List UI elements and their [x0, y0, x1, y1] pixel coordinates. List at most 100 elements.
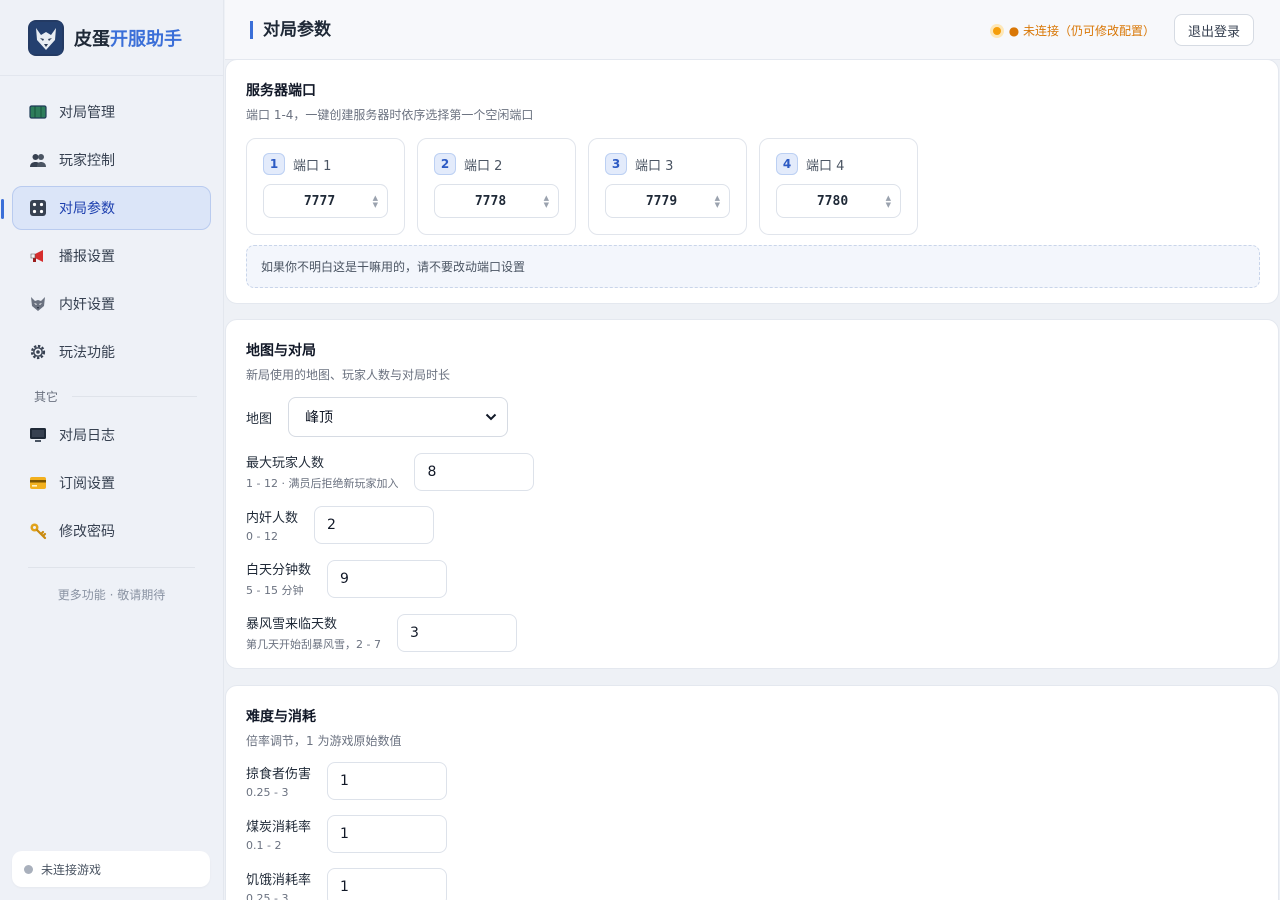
users-icon: [29, 151, 47, 169]
port-box-2: 2 端口 2 7778 ▲ ▼: [417, 138, 576, 235]
sidebar-item-label: 玩法功能: [59, 345, 115, 361]
field-label: 暴风雪来临天数: [246, 617, 338, 632]
port-number-badge: 1: [263, 153, 285, 175]
spinner-arrows-icon[interactable]: ▲ ▼: [373, 195, 378, 209]
nav-section-other: 其它: [0, 378, 223, 413]
field-label: 白天分钟数: [246, 563, 312, 578]
card-description: 端口 1-4，一键创建服务器时依序选择第一个空闲端口: [246, 108, 534, 122]
sidebar-item-label: 对局日志: [59, 428, 115, 444]
predator-damage-input[interactable]: 1: [327, 762, 448, 800]
coal-consumption-row: 煤炭消耗率 0.1 - 2 1: [246, 815, 1258, 853]
max-players-row: 最大玩家人数 1 - 12 · 满员后拒绝新玩家加入 8: [246, 452, 1258, 491]
sidebar-item-label: 订阅设置: [59, 476, 115, 492]
server-ports-card: 服务器端口 端口 1-4，一键创建服务器时依序选择第一个空闲端口 1 端口 1 7…: [225, 59, 1279, 304]
monitor-icon: [29, 426, 47, 444]
port-label: 端口 2: [464, 158, 503, 174]
map-select[interactable]: 峰顶: [288, 397, 509, 437]
card-description: 倍率调节，1 为游戏原始数值: [246, 734, 402, 748]
warning-dot-icon: [992, 26, 1001, 35]
hunger-consumption-row: 饥饿消耗率 0.25 - 3 1: [246, 868, 1258, 900]
sidebar-divider: [28, 567, 195, 568]
brand-name: 皮蛋开服助手: [74, 28, 182, 50]
hunger-consumption-input[interactable]: 1: [327, 868, 448, 900]
game-connection-label: 未连接游戏: [41, 862, 102, 877]
more-features-hint: 更多功能 · 敬请期待: [57, 588, 166, 602]
sidebar-item-label: 对局参数: [59, 201, 115, 217]
page-header: 对局参数 ● 未连接（仍可修改配置） 退出登录: [225, 0, 1280, 60]
wolf-logo-icon: [28, 19, 64, 56]
day-minutes-input[interactable]: 9: [327, 559, 448, 598]
port-box-3: 3 端口 3 7779 ▲ ▼: [588, 138, 747, 235]
sidebar-item-traitor-settings[interactable]: 内奸设置: [12, 282, 211, 326]
sidebar-item-label: 修改密码: [59, 524, 115, 540]
field-hint: 5 - 15 分钟: [246, 584, 304, 597]
port-4-input[interactable]: 7780 ▲ ▼: [776, 184, 901, 218]
field-label: 煤炭消耗率: [246, 820, 312, 835]
day-minutes-row: 白天分钟数 5 - 15 分钟 9: [246, 559, 1258, 598]
port-number-badge: 2: [434, 153, 456, 175]
port-number-badge: 3: [605, 153, 627, 175]
chevron-down-icon: [485, 409, 497, 425]
port-warning-note: 如果你不明白这是干嘛用的，请不要改动端口设置: [246, 245, 1260, 288]
logout-button[interactable]: 退出登录: [1174, 14, 1254, 46]
field-hint: 0.25 - 3: [246, 786, 289, 799]
sidebar-nav: 对局管理 玩家控制 对局参数 播报设置 内奸设置 玩法功能 其它 对局日志 订阅…: [0, 76, 223, 553]
sidebar-item-match-log[interactable]: 对局日志: [12, 413, 211, 457]
port-list: 1 端口 1 7777 ▲ ▼ 2 端口 2 7778 ▲ ▼ 3 端口 3 7779 ▲ ▼ 4…: [246, 138, 1258, 235]
spinner-arrows-icon[interactable]: ▲ ▼: [886, 195, 891, 209]
wolf-icon: [29, 295, 47, 313]
brand: 皮蛋开服助手: [0, 0, 223, 76]
spinner-arrows-icon[interactable]: ▲ ▼: [544, 195, 549, 209]
game-connection-status: 未连接游戏: [12, 851, 210, 887]
field-hint: 0 - 12: [246, 530, 278, 543]
status-dot-icon: [24, 864, 33, 874]
map-icon: [29, 103, 47, 121]
field-label: 掠食者伤害: [246, 767, 312, 782]
sidebar-item-change-password[interactable]: 修改密码: [12, 509, 211, 553]
field-label: 内奸人数: [246, 511, 299, 526]
card-title: 地图与对局: [246, 343, 316, 359]
port-label: 端口 3: [635, 158, 674, 174]
page-title: 对局参数: [250, 20, 331, 39]
megaphone-icon: [29, 247, 47, 265]
port-label: 端口 4: [806, 158, 845, 174]
field-label: 最大玩家人数: [246, 456, 325, 471]
map-select-value: 峰顶: [305, 410, 334, 426]
sidebar-item-broadcast-settings[interactable]: 播报设置: [12, 234, 211, 278]
port-3-input[interactable]: 7779 ▲ ▼: [605, 184, 730, 218]
port-2-input[interactable]: 7778 ▲ ▼: [434, 184, 559, 218]
dice-icon: [29, 199, 47, 217]
spinner-arrows-icon[interactable]: ▲ ▼: [715, 195, 720, 209]
sidebar-item-label: 对局管理: [59, 105, 115, 121]
coal-consumption-input[interactable]: 1: [327, 815, 448, 853]
field-label: 饥饿消耗率: [246, 873, 312, 888]
card-title: 服务器端口: [246, 83, 316, 99]
field-hint: 0.1 - 2: [246, 839, 282, 852]
sidebar-item-label: 内奸设置: [59, 297, 115, 313]
blizzard-day-row: 暴风雪来临天数第几天开始刮暴风雪，2 - 7 3: [246, 613, 1258, 652]
sidebar: 皮蛋开服助手 对局管理 玩家控制 对局参数 播报设置 内奸设置 玩法功能 其它 …: [0, 0, 224, 900]
sidebar-item-gameplay[interactable]: 玩法功能: [12, 330, 211, 374]
predator-damage-row: 掠食者伤害 0.25 - 3 1: [246, 762, 1258, 800]
field-hint: 1 - 12 · 满员后拒绝新玩家加入: [246, 477, 399, 490]
sidebar-item-label: 播报设置: [59, 249, 115, 265]
map-label: 地图: [246, 411, 273, 427]
port-1-input[interactable]: 7777 ▲ ▼: [263, 184, 388, 218]
connection-status-label: ● 未连接（仍可修改配置）: [1008, 24, 1155, 38]
sidebar-item-subscription[interactable]: 订阅设置: [12, 461, 211, 505]
blizzard-day-input[interactable]: 3: [396, 613, 517, 652]
card-icon: [29, 474, 47, 492]
sidebar-item-player-control[interactable]: 玩家控制: [12, 138, 211, 182]
traitor-count-row: 内奸人数 0 - 12 2: [246, 506, 1258, 544]
port-label: 端口 1: [293, 158, 332, 174]
sidebar-item-match-params[interactable]: 对局参数: [1, 186, 211, 230]
traitor-count-input[interactable]: 2: [314, 506, 435, 544]
field-hint: 第几天开始刮暴风雪，2 - 7: [246, 638, 381, 651]
field-hint: 0.25 - 3: [246, 892, 289, 900]
gear-icon: [29, 343, 47, 361]
port-number-badge: 4: [776, 153, 798, 175]
sidebar-item-match-management[interactable]: 对局管理: [12, 90, 211, 134]
connection-status-badge: ● 未连接（仍可修改配置）: [992, 22, 1155, 39]
max-players-input[interactable]: 8: [414, 452, 535, 491]
key-icon: [29, 522, 47, 540]
